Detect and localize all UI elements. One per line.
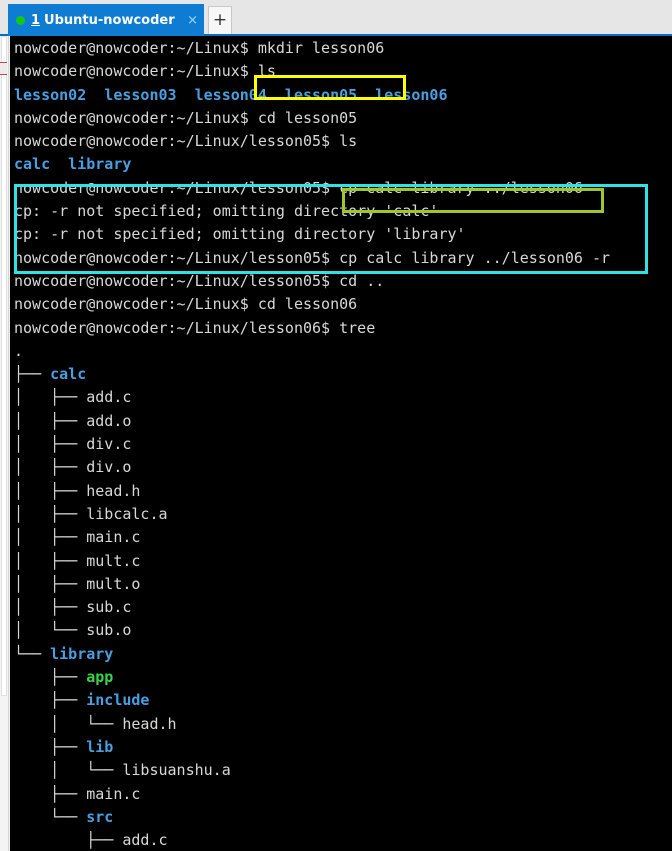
tab-index-label: 1: [31, 12, 41, 28]
terminal-text: nowcoder@nowcoder:~/Linux$ cd lesson06: [14, 295, 358, 314]
terminal-output: nowcoder@nowcoder:~/Linux$ mkdir lesson0…: [10, 37, 672, 851]
scrollbar-thumb[interactable]: [1, 36, 7, 696]
terminal-line: nowcoder@nowcoder:~/Linux$ ls: [10, 60, 672, 83]
terminal-line: ├── app: [10, 666, 672, 689]
terminal-line: │ └── head.h: [10, 713, 672, 736]
terminal-text: │ ├── sub.c: [14, 598, 132, 617]
green-dot-icon: [16, 15, 25, 25]
terminal-line: └── library: [10, 643, 672, 666]
terminal-text: library: [50, 644, 114, 663]
terminal-line: nowcoder@nowcoder:~/Linux/lesson05$ cd .…: [10, 270, 672, 293]
terminal-line: nowcoder@nowcoder:~/Linux/lesson05$ cp c…: [10, 177, 672, 200]
terminal-line: │ ├── div.o: [10, 456, 672, 479]
terminal-line: ├── include: [10, 689, 672, 712]
terminal-text: nowcoder@nowcoder:~/Linux/lesson05$ cd .…: [14, 271, 385, 290]
close-icon[interactable]: ×: [187, 13, 198, 28]
terminal-line: nowcoder@nowcoder:~/Linux$ cd lesson05: [10, 107, 672, 130]
terminal-text: ├── add.c: [14, 831, 168, 850]
terminal-text: │ ├── head.h: [14, 481, 141, 500]
terminal-text: │ ├── div.o: [14, 458, 132, 477]
terminal-text: calc: [50, 365, 87, 384]
scrollbar[interactable]: [0, 36, 9, 851]
terminal-text: │ ├── add.c: [14, 388, 132, 407]
terminal-text: lib: [86, 737, 114, 756]
terminal-line: │ ├── add.o: [10, 410, 672, 433]
terminal-text: │ ├── div.c: [14, 435, 132, 454]
terminal-line: │ ├── add.c: [10, 386, 672, 409]
terminal-text: app: [86, 668, 114, 687]
terminal-line: │ └── sub.o: [10, 619, 672, 642]
terminal-text: ├──: [14, 737, 87, 756]
terminal-line: nowcoder@nowcoder:~/Linux/lesson05$ cp c…: [10, 247, 672, 270]
terminal-text: ├──: [14, 365, 51, 384]
terminal-text: │ ├── main.c: [14, 528, 141, 547]
terminal-line: .: [10, 340, 672, 363]
terminal-line: calc library: [10, 153, 672, 176]
terminal-text: cp: -r not specified; omitting directory…: [14, 202, 439, 221]
terminal-line: │ ├── main.c: [10, 526, 672, 549]
terminal-text: │ └── libsuanshu.a: [14, 761, 231, 780]
new-tab-button[interactable]: +: [208, 6, 232, 34]
terminal-line: nowcoder@nowcoder:~/Linux/lesson05$ ls: [10, 130, 672, 153]
ime-indicator-icon: [0, 62, 7, 75]
tab-ubuntu-nowcoder[interactable]: 1 Ubuntu-nowcoder ×: [8, 4, 204, 36]
terminal-line: cp: -r not specified; omitting directory…: [10, 200, 672, 223]
terminal-text: src: [86, 807, 114, 826]
terminal-text: nowcoder@nowcoder:~/Linux/lesson05$ cp c…: [14, 178, 583, 197]
terminal-text: .: [14, 341, 24, 360]
terminal-text: nowcoder@nowcoder:~/Linux$ mkdir lesson0…: [14, 39, 385, 57]
terminal-screen[interactable]: nowcoder@nowcoder:~/Linux$ mkdir lesson0…: [10, 36, 672, 851]
terminal-text: ├──: [14, 691, 87, 710]
terminal-text: lesson02 lesson03 lesson04 lesson05 less…: [14, 85, 448, 104]
terminal-body: nowcoder@nowcoder:~/Linux$ mkdir lesson0…: [0, 36, 672, 851]
terminal-line: ├── main.c: [10, 783, 672, 806]
terminal-text: include: [86, 691, 150, 710]
terminal-line: cp: -r not specified; omitting directory…: [10, 223, 672, 246]
terminal-line: ├── lib: [10, 736, 672, 759]
terminal-text: calc library: [14, 155, 132, 174]
terminal-text: │ ├── mult.o: [14, 574, 141, 593]
terminal-line: │ ├── mult.c: [10, 550, 672, 573]
terminal-text: │ ├── libcalc.a: [14, 504, 168, 523]
terminal-text: │ ├── add.o: [14, 411, 132, 430]
terminal-line: │ ├── sub.c: [10, 596, 672, 619]
terminal-line: nowcoder@nowcoder:~/Linux$ mkdir lesson0…: [10, 37, 672, 60]
terminal-line: │ ├── head.h: [10, 480, 672, 503]
terminal-text: nowcoder@nowcoder:~/Linux/lesson05$ ls: [14, 132, 358, 151]
terminal-text: │ └── head.h: [14, 714, 177, 733]
terminal-window: 1 Ubuntu-nowcoder × + nowcoder@nowcoder:…: [0, 0, 672, 851]
terminal-text: cp: -r not specified; omitting directory…: [14, 225, 466, 244]
terminal-line: nowcoder@nowcoder:~/Linux$ cd lesson06: [10, 293, 672, 316]
terminal-text: nowcoder@nowcoder:~/Linux/lesson06$ tree: [14, 318, 376, 337]
terminal-line: │ ├── mult.o: [10, 573, 672, 596]
terminal-text: nowcoder@nowcoder:~/Linux$ cd lesson05: [14, 108, 358, 127]
terminal-line: │ └── libsuanshu.a: [10, 759, 672, 782]
terminal-line: │ ├── libcalc.a: [10, 503, 672, 526]
terminal-text: nowcoder@nowcoder:~/Linux/lesson05$ cp c…: [14, 248, 611, 267]
terminal-text: nowcoder@nowcoder:~/Linux$ ls: [14, 62, 276, 81]
terminal-line: lesson02 lesson03 lesson04 lesson05 less…: [10, 84, 672, 107]
terminal-line: nowcoder@nowcoder:~/Linux/lesson06$ tree: [10, 317, 672, 340]
terminal-text: │ └── sub.o: [14, 621, 132, 640]
terminal-text: ├── main.c: [14, 784, 141, 803]
tab-title-label: Ubuntu-nowcoder: [44, 12, 175, 28]
terminal-line: ├── calc: [10, 363, 672, 386]
tab-bar: 1 Ubuntu-nowcoder × +: [0, 0, 672, 36]
terminal-text: │ ├── mult.c: [14, 551, 141, 570]
terminal-text: └──: [14, 644, 51, 663]
terminal-line: │ ├── div.c: [10, 433, 672, 456]
terminal-text: └──: [14, 807, 87, 826]
terminal-text: ├──: [14, 668, 87, 687]
terminal-line: ├── add.c: [10, 829, 672, 851]
terminal-line: └── src: [10, 806, 672, 829]
